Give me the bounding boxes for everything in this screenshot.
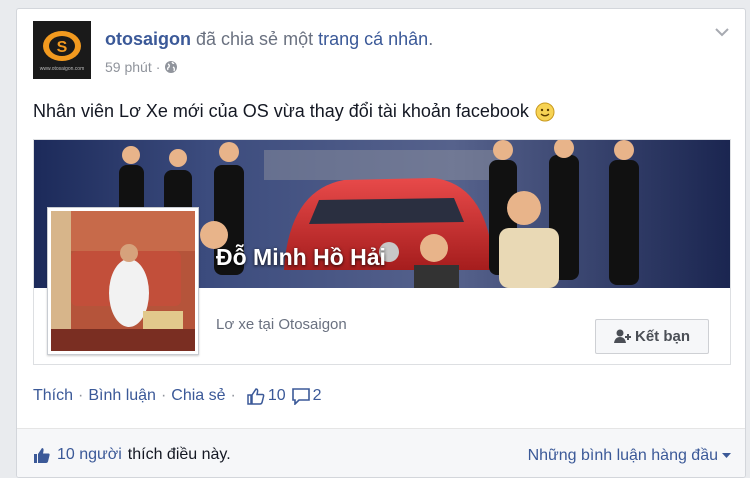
like-link[interactable]: Thích <box>33 387 73 405</box>
like-count[interactable]: 10 <box>247 387 286 405</box>
meta-separator: · <box>155 59 161 75</box>
action-separator: · <box>230 387 236 404</box>
thumbs-up-icon <box>34 447 50 463</box>
post-footer: 10 người thích điều này. Những bình luận… <box>17 428 745 477</box>
logo-caption: www.otosaigon.com <box>39 65 85 72</box>
profile-name[interactable]: Đỗ Minh Hồ Hải <box>216 244 386 271</box>
caret-down-icon <box>722 453 731 458</box>
post-header: otosaigon đã chia sẻ một trang cá nhân. <box>105 29 433 50</box>
action-text: đã chia sẻ một <box>196 29 314 49</box>
comment-link[interactable]: Bình luận <box>88 387 156 405</box>
add-friend-label: Kết bạn <box>634 328 690 345</box>
profile-picture[interactable] <box>47 207 199 355</box>
comment-sort-dropdown[interactable]: Những bình luận hàng đầu <box>528 447 731 465</box>
add-friend-button[interactable]: Kết bạn <box>595 319 709 354</box>
action-separator: · <box>78 387 84 404</box>
action-separator: · <box>160 387 167 404</box>
shared-link[interactable]: trang cá nhân <box>318 29 428 49</box>
post-card: S www.otosaigon.com otosaigon đã chia sẻ… <box>16 8 746 478</box>
message-text: Nhân viên Lơ Xe mới của OS vừa thay đổi … <box>33 101 529 121</box>
comment-count-value: 2 <box>312 387 322 404</box>
post-meta: 59 phút · <box>105 59 178 75</box>
comment-sort-label: Những bình luận hàng đầu <box>527 447 718 464</box>
author-link[interactable]: otosaigon <box>105 29 191 49</box>
page-avatar[interactable]: S www.otosaigon.com <box>33 21 91 79</box>
likers-link[interactable]: 10 người <box>57 446 122 464</box>
chevron-down-icon[interactable] <box>713 23 731 41</box>
globe-icon[interactable] <box>164 60 178 74</box>
period: . <box>428 29 434 49</box>
post-actions: Thích · Bình luận · Chia sẻ · 10 2 <box>33 387 322 405</box>
like-count-value: 10 <box>267 387 286 404</box>
timestamp[interactable]: 59 phút <box>105 59 152 75</box>
post-message: Nhân viên Lơ Xe mới của OS vừa thay đổi … <box>33 101 555 122</box>
shared-profile-box[interactable]: Đỗ Minh Hồ Hải Lơ xe tại Otosaigon Kết b… <box>33 139 731 365</box>
likes-suffix: thích điều này. <box>127 446 231 463</box>
add-friend-icon <box>613 329 631 343</box>
otosaigon-logo-icon: S <box>43 30 81 61</box>
smiley-icon <box>535 102 555 121</box>
share-link[interactable]: Chia sẻ <box>171 387 225 405</box>
comment-bubble-icon <box>291 387 310 405</box>
svg-text:S: S <box>57 39 68 56</box>
likes-summary: 10 người thích điều này. <box>33 446 231 464</box>
comment-count[interactable]: 2 <box>291 387 322 405</box>
thumbs-up-icon <box>247 387 265 405</box>
profile-work: Lơ xe tại Otosaigon <box>216 316 347 333</box>
